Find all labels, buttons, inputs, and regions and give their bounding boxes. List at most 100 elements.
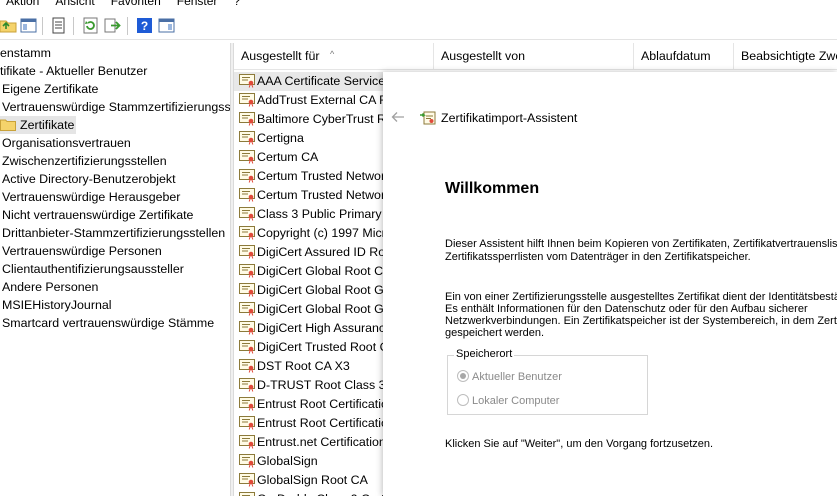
export-list-icon[interactable] [104, 17, 121, 34]
tree-item-other-people[interactable]: Andere Personen [2, 278, 98, 296]
tree-item-trusted-root[interactable]: Vertrauenswürdige Stammzertifizierungsst… [2, 98, 230, 116]
action-pane-icon[interactable] [158, 17, 175, 34]
wizard-info-line-4: gespeichert werden. [445, 327, 545, 339]
toolbar-separator [127, 17, 128, 35]
storage-location-label: Speicherort [454, 348, 515, 360]
radio-button-checked [457, 370, 469, 382]
list-header: Ausgestellt für ^ Ausgestellt von Ablauf… [234, 43, 837, 70]
wizard-intro-line-1: Dieser Assistent hilft Ihnen beim Kopier… [445, 238, 837, 250]
tree-item-root[interactable]: enstamm [0, 44, 51, 62]
certificate-icon [239, 397, 255, 411]
table-row[interactable]: DigiCert Global Root G3 [234, 300, 391, 319]
table-row[interactable]: Class 3 Public Primary C [234, 205, 394, 224]
tree-item-zertifikate[interactable]: Zertifikate [0, 116, 76, 134]
help-icon[interactable]: ? [136, 17, 153, 34]
tree-item-untrusted[interactable]: Nicht vertrauenswürdige Zertifikate [2, 206, 193, 224]
cell-issued-to: GlobalSign Root CA [257, 473, 368, 487]
cell-issued-to: Go Daddy Class 2 Certifi [257, 492, 393, 496]
table-row[interactable]: DigiCert Trusted Root G4 [234, 338, 396, 357]
tree-item-third-party-root[interactable]: Drittanbieter-Stammzertifizierungsstelle… [2, 224, 225, 242]
back-arrow-icon[interactable] [391, 110, 405, 124]
storage-location-group: Speicherort Aktueller Benutzer Lokaler C… [447, 348, 648, 415]
column-header-label: Ablaufdatum [641, 49, 711, 63]
table-row[interactable]: AAA Certificate Services [234, 72, 391, 91]
cell-issued-to: DigiCert Global Root CA [257, 264, 392, 278]
table-row[interactable]: Entrust.net Certification [234, 433, 386, 452]
table-row[interactable]: DigiCert High Assurance [234, 319, 392, 338]
certificate-icon [239, 321, 255, 335]
tree-item-current-user[interactable]: tifikate - Aktueller Benutzer [0, 62, 147, 80]
table-row[interactable]: DigiCert Assured ID Roo [234, 243, 392, 262]
certificate-icon [239, 283, 255, 297]
wizard-intro-line-2: Zertifikatssperrlisten vom Datenträger i… [445, 251, 751, 263]
column-header-issued-by[interactable]: Ausgestellt von [434, 43, 634, 70]
refresh-icon[interactable] [82, 17, 99, 34]
tree-item-zwischenzertifizierungsstellen[interactable]: Zwischenzertifizierungsstellen [2, 152, 167, 170]
certificate-icon [239, 264, 255, 278]
table-row[interactable]: Go Daddy Class 2 Certifi [234, 490, 393, 496]
certificate-icon [239, 378, 255, 392]
cell-issued-to: D-TRUST Root Class 3 C [257, 378, 398, 392]
table-row[interactable]: Certum Trusted Network [234, 186, 391, 205]
cell-issued-to: DigiCert Assured ID Roo [257, 245, 392, 259]
cell-issued-to: DigiCert Trusted Root G4 [257, 340, 397, 354]
table-row[interactable]: Certum Trusted Network [234, 167, 391, 186]
column-header-label: Ausgestellt für [241, 49, 320, 63]
table-row[interactable]: AddTrust External CA Ro [234, 91, 395, 110]
tree-item-label: enstamm [0, 46, 51, 60]
radio-local-machine-label: Lokaler Computer [472, 395, 560, 407]
tree-item-label: MSIEHistoryJournal [2, 298, 112, 312]
tree-item-label: Eigene Zertifikate [2, 82, 99, 96]
svg-text:?: ? [141, 19, 148, 33]
menu-item-ansicht[interactable]: Ansicht [47, 0, 102, 8]
certificate-icon [239, 112, 255, 126]
table-row[interactable]: Certum CA [234, 148, 384, 167]
table-row[interactable]: D-TRUST Root Class 3 C [234, 376, 398, 395]
tree-item-label: Smartcard vertrauenswürdige Stämme [2, 316, 215, 330]
tree-item-smartcard-roots[interactable]: Smartcard vertrauenswürdige Stämme [2, 314, 214, 332]
table-row[interactable]: Copyright (c) 1997 Micr [234, 224, 386, 243]
column-header-expiration[interactable]: Ablaufdatum [634, 43, 734, 70]
tree-item-eigene-zertifikate[interactable]: Eigene Zertifikate [2, 80, 98, 98]
table-row[interactable]: GlobalSign [234, 452, 384, 471]
tree-item-active-directory[interactable]: Active Directory-Benutzerobjekt [2, 170, 176, 188]
menu-item-aktion[interactable]: Aktion [0, 0, 47, 8]
table-row[interactable]: Certigna [234, 129, 384, 148]
column-header-label: Beabsichtigte Zwe [741, 49, 837, 63]
table-row[interactable]: DigiCert Global Root G2 [234, 281, 391, 300]
menu-item-fenster[interactable]: Fenster [169, 0, 226, 8]
menu-item-favoriten[interactable]: Favoriten [103, 0, 169, 8]
up-folder-icon[interactable] [0, 17, 17, 34]
cell-issued-to: Baltimore CyberTrust Ro [257, 112, 393, 126]
tree-item-trusted-people[interactable]: Vertrauenswürdige Personen [2, 242, 162, 260]
tree-item-label: Active Directory-Benutzerobjekt [2, 172, 176, 186]
table-row[interactable]: DST Root CA X3 [234, 357, 384, 376]
column-header-issued-to[interactable]: Ausgestellt für ^ [234, 43, 434, 70]
tree-item-msie-history[interactable]: MSIEHistoryJournal [2, 296, 111, 314]
table-row[interactable]: GlobalSign Root CA [234, 471, 384, 490]
table-row[interactable]: Entrust Root Certificatio [234, 414, 388, 433]
tree-item-label: Drittanbieter-Stammzertifizierungsstelle… [2, 226, 226, 240]
tree-item-organisationsvertrauen[interactable]: Organisationsvertrauen [2, 134, 131, 152]
table-row[interactable]: Entrust Root Certification [234, 395, 395, 414]
wizard-info-line-1: Ein von einer Zertifizierungsstelle ausg… [445, 291, 837, 303]
cell-issued-to: DigiCert Global Root G3 [257, 302, 391, 316]
table-row[interactable]: DigiCert Global Root CA [234, 262, 391, 281]
radio-current-user-label: Aktueller Benutzer [472, 371, 562, 383]
certificate-icon [239, 435, 255, 449]
cell-issued-to: AddTrust External CA Ro [257, 93, 395, 107]
radio-current-user[interactable]: Aktueller Benutzer [457, 370, 562, 383]
column-header-purposes[interactable]: Beabsichtigte Zwe [734, 43, 837, 70]
show-tree-icon[interactable] [20, 17, 37, 34]
cell-issued-to: Class 3 Public Primary C [257, 207, 395, 221]
cell-issued-to: Entrust Root Certificatio [257, 416, 388, 430]
menu-item-help[interactable]: ? [225, 0, 248, 8]
certificate-import-icon [420, 111, 436, 125]
tree-item-client-auth[interactable]: Clientauthentifizierungsaussteller [2, 260, 184, 278]
table-row[interactable]: Baltimore CyberTrust Ro [234, 110, 393, 129]
cell-issued-to: Certum CA [257, 150, 319, 164]
tree-item-trusted-publishers[interactable]: Vertrauenswürdige Herausgeber [2, 188, 180, 206]
radio-local-machine[interactable]: Lokaler Computer [457, 394, 559, 407]
certificate-icon [239, 340, 255, 354]
properties-icon[interactable] [50, 17, 67, 34]
